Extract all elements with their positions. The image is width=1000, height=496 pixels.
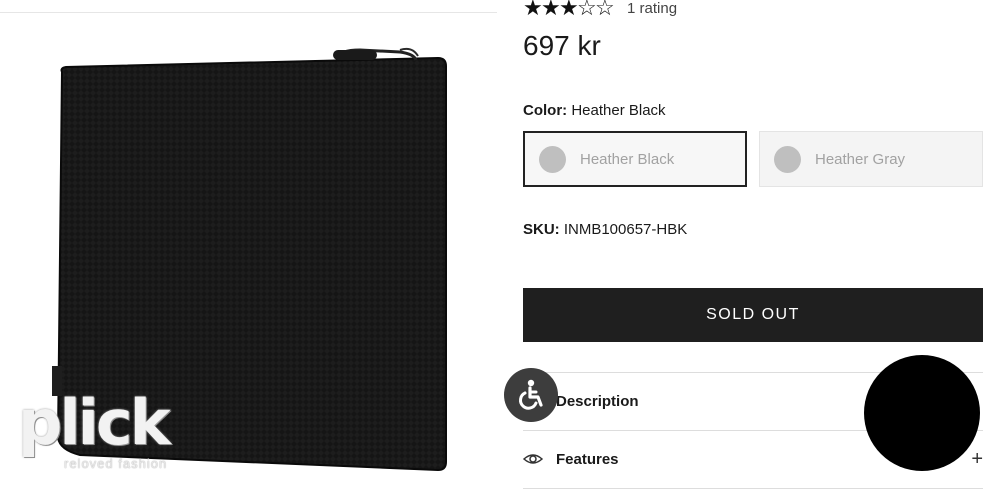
rating-count[interactable]: 1 rating [627, 0, 677, 17]
swatch-label: Heather Gray [815, 150, 906, 168]
swatch-dot [539, 145, 566, 173]
swatch-heather-black[interactable]: Heather Black [523, 131, 747, 187]
star-filled-icon: ★ [559, 0, 579, 20]
sold-out-button[interactable]: SOLD OUT [523, 288, 983, 342]
color-label-row: Color: Heather Black [523, 102, 666, 119]
wheelchair-icon [519, 379, 543, 410]
eye-icon [523, 454, 543, 464]
swatch-label: Heather Black [580, 150, 675, 168]
swatch-dot [774, 145, 801, 173]
brand-logo: plick reloved fashion [18, 386, 171, 472]
color-label: Color: [523, 102, 568, 119]
accessibility-button[interactable] [504, 368, 558, 422]
star-filled-icon: ★ [541, 0, 561, 20]
sku-label: SKU: [523, 221, 560, 238]
accordion-description-label: Description [556, 392, 639, 410]
plus-icon[interactable]: + [971, 448, 983, 471]
rating-row[interactable]: ★ ★ ★ ☆ ☆ 1 rating [523, 0, 677, 19]
accordion-features-label: Features [556, 450, 619, 468]
swatch-heather-gray[interactable]: Heather Gray [759, 131, 983, 187]
brand-logo-text: plick [18, 386, 171, 459]
chat-widget-button[interactable] [864, 355, 980, 471]
sku-value: INMB100657-HBK [563, 221, 688, 238]
sku-row: SKU: INMB100657-HBK [523, 221, 687, 238]
star-empty-icon: ☆ [577, 0, 597, 20]
accordion-divider [523, 488, 983, 489]
rating-stars: ★ ★ ★ ☆ ☆ [523, 0, 615, 20]
color-value: Heather Black [571, 102, 666, 119]
star-empty-icon: ☆ [595, 0, 615, 20]
product-price: 697 kr [523, 30, 601, 61]
star-filled-icon: ★ [523, 0, 543, 20]
product-image-pane: plick reloved fashion [0, 0, 497, 496]
brand-tagline: reloved fashion [64, 456, 168, 471]
